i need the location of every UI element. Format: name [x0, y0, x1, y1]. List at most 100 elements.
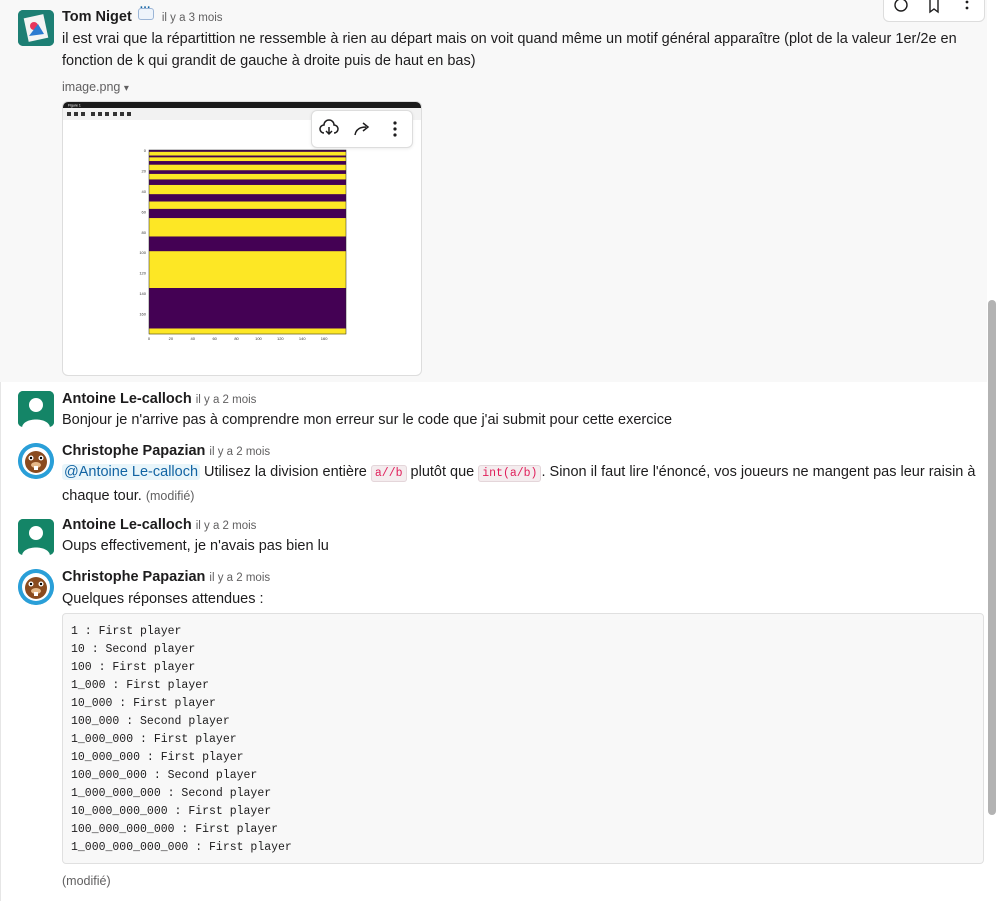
- beaver-mascot-icon: [18, 443, 54, 479]
- plot-band: [149, 150, 346, 153]
- more-vertical-icon: [965, 0, 969, 10]
- beaver-mascot-icon: [18, 569, 54, 605]
- default-user-icon: [18, 519, 54, 555]
- message-antoine-1[interactable]: Antoine Le-calloch il y a 2 mois Bonjour …: [0, 382, 987, 434]
- code-line: 100 : First player: [71, 661, 196, 674]
- y-tick-label: 60: [142, 209, 147, 214]
- plot-band: [149, 155, 346, 158]
- plot-band: [149, 236, 346, 252]
- y-tick-label: 20: [142, 168, 147, 173]
- code-line: 1_000_000_000 : Second player: [71, 787, 272, 800]
- code-line: 1_000_000 : First player: [71, 733, 237, 746]
- x-tick-label: 20: [169, 336, 174, 341]
- y-tick-label: 80: [142, 230, 147, 235]
- y-tick-label: 160: [139, 312, 146, 317]
- plot-band: [149, 164, 346, 171]
- x-tick-label: 160: [321, 336, 328, 341]
- plot-band: [149, 184, 346, 195]
- plot-band: [149, 179, 346, 186]
- author-name[interactable]: Tom Niget: [62, 9, 132, 25]
- save-button[interactable]: [926, 0, 942, 19]
- more-vertical-icon: [393, 121, 397, 137]
- plot-band: [149, 161, 346, 166]
- y-tick-label: 140: [139, 291, 146, 296]
- timestamp[interactable]: il y a 2 mois: [209, 572, 270, 584]
- plot-band: [149, 201, 346, 210]
- plot-band: [149, 194, 346, 202]
- x-tick-label: 80: [234, 336, 239, 341]
- cloud-download-icon: [318, 119, 339, 136]
- user-mention[interactable]: @Antoine Le-calloch: [62, 464, 201, 480]
- message-header: Christophe Papazian il y a 2 mois: [62, 443, 270, 459]
- message-antoine-2[interactable]: Antoine Le-calloch il y a 2 mois Oups eff…: [0, 510, 987, 562]
- message-header: Christophe Papazian il y a 2 mois: [62, 569, 270, 585]
- code-line: 10 : Second player: [71, 643, 196, 656]
- share-arrow-icon: [354, 122, 370, 136]
- y-tick-label: 0: [144, 148, 147, 153]
- plot-band: [149, 218, 346, 237]
- code-line: 10_000 : First player: [71, 697, 216, 710]
- code-line: 10_000_000 : First player: [71, 751, 244, 764]
- code-line: 10_000_000_000 : First player: [71, 805, 272, 818]
- attachment-label[interactable]: image.png ▾: [62, 80, 129, 94]
- y-tick-label: 120: [139, 271, 146, 276]
- x-tick-label: 100: [255, 336, 262, 341]
- timestamp[interactable]: il y a 2 mois: [196, 520, 257, 532]
- attachment-name: image.png: [62, 80, 121, 94]
- message-text: @Antoine Le-calloch Utilisez la division…: [62, 461, 987, 507]
- share-button[interactable]: [349, 116, 375, 142]
- y-axis-ticks: 0 20 40 60 80 100 120 140 160: [139, 148, 146, 317]
- chevron-down-icon[interactable]: ▾: [124, 83, 129, 94]
- inline-code: int(a/b): [478, 465, 542, 482]
- figure-window-titlebar: [63, 102, 421, 108]
- timestamp[interactable]: il y a 2 mois: [209, 446, 270, 458]
- code-line: 1_000 : First player: [71, 679, 210, 692]
- author-name[interactable]: Antoine Le-calloch: [62, 391, 192, 407]
- y-tick-label: 40: [142, 189, 147, 194]
- more-actions-button[interactable]: [382, 116, 408, 142]
- avatar[interactable]: [18, 443, 54, 479]
- edited-label: (modifié): [62, 874, 111, 888]
- y-tick-label: 100: [139, 250, 146, 255]
- avatar[interactable]: [18, 391, 54, 427]
- message-actions-toolbar: [883, 0, 985, 22]
- download-button[interactable]: [316, 116, 342, 142]
- message-header: Tom Niget il y a 3 mois: [62, 2, 223, 25]
- timestamp[interactable]: il y a 3 mois: [162, 12, 223, 24]
- status-icon: [137, 2, 154, 20]
- avatar[interactable]: [18, 519, 54, 555]
- message-christophe-1[interactable]: Christophe Papazian il y a 2 mois @Antoin…: [0, 434, 987, 510]
- message-tom-niget[interactable]: Tom Niget il y a 3 mois il est vrai que l…: [0, 0, 987, 382]
- author-name[interactable]: Antoine Le-calloch: [62, 517, 192, 533]
- emoji-icon: [893, 0, 908, 12]
- avatar[interactable]: [18, 10, 54, 46]
- plot-area: [148, 149, 347, 335]
- add-reaction-button[interactable]: [893, 0, 909, 19]
- timestamp[interactable]: il y a 2 mois: [196, 394, 257, 406]
- x-tick-label: 140: [299, 336, 306, 341]
- author-name[interactable]: Christophe Papazian: [62, 443, 205, 459]
- plot-band: [149, 328, 346, 335]
- plot-band: [149, 251, 346, 289]
- code-lines: 1 : First player 10 : Second player 100 : …: [71, 623, 975, 857]
- avatar-image-icon: [18, 10, 54, 46]
- plot-band: [149, 288, 346, 329]
- message-header: Antoine Le-calloch il y a 2 mois: [62, 517, 256, 533]
- x-axis-ticks: 0 20 40 60 80 100 120 140 160: [148, 336, 328, 341]
- scrollbar-thumb[interactable]: [988, 300, 996, 815]
- author-name[interactable]: Christophe Papazian: [62, 569, 205, 585]
- code-block[interactable]: 1 : First player 10 : Second player 100 : …: [62, 613, 984, 864]
- plot-band: [149, 170, 346, 175]
- avatar[interactable]: [18, 569, 54, 605]
- message-header: Antoine Le-calloch il y a 2 mois: [62, 391, 256, 407]
- plot-band: [149, 157, 346, 162]
- code-line: 1_000_000_000_000 : First player: [71, 841, 292, 854]
- code-line: 100_000_000 : Second player: [71, 769, 258, 782]
- x-tick-label: 40: [191, 336, 196, 341]
- code-line: 100_000_000_000 : First player: [71, 823, 279, 836]
- more-actions-button[interactable]: [959, 0, 975, 19]
- inline-code: a//b: [370, 465, 407, 482]
- message-text: Oups effectivement, je n'avais pas bien …: [62, 538, 329, 554]
- x-tick-label: 120: [277, 336, 284, 341]
- message-text: il est vrai que la répartittion ne resse…: [62, 31, 957, 69]
